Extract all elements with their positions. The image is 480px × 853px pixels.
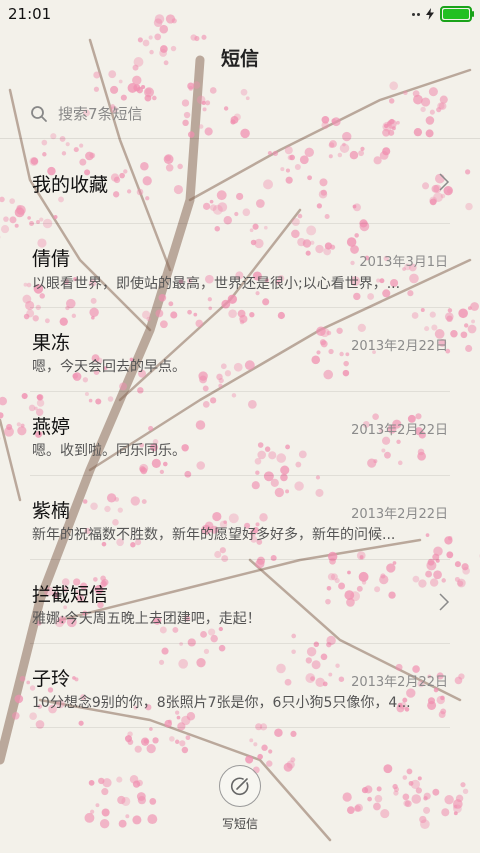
- compose-button[interactable]: 写短信: [210, 765, 270, 835]
- signal-icon: [412, 12, 420, 16]
- contact-name: 果冻: [32, 332, 71, 354]
- message-date: 2013年3月1日: [359, 255, 448, 270]
- contact-name: 倩倩: [32, 248, 71, 270]
- charging-icon: [426, 8, 434, 20]
- message-preview: 嗯，今天会回去的早点。: [32, 359, 186, 375]
- contact-name: 紫楠: [32, 500, 71, 522]
- conversation-row[interactable]: 子玲 2013年2月22日 10分想念9别的你，8张照片7张是你，6只小狗5只像…: [0, 644, 480, 728]
- search-input[interactable]: [58, 105, 418, 123]
- conversation-row[interactable]: 倩倩 2013年3月1日 以眼看世界，即使站的最高，世界还是很小;以心看世界，.…: [0, 224, 480, 308]
- status-time: 21:01: [8, 5, 52, 23]
- message-date: 2013年2月22日: [351, 339, 448, 354]
- contact-name: 子玲: [32, 668, 71, 690]
- conversation-row[interactable]: 果冻 2013年2月22日 嗯，今天会回去的早点。: [0, 308, 480, 392]
- blocked-messages-row[interactable]: 拦截短信 雅娜:今天周五晚上去团建吧，走起！: [0, 560, 480, 644]
- favorites-label: 我的收藏: [32, 174, 109, 196]
- search-icon: [31, 106, 47, 122]
- compose-icon: [230, 777, 249, 796]
- message-preview: 新年的祝福数不胜数，新年的愿望好多好多，新年的问候...: [32, 527, 396, 543]
- favorites-row[interactable]: 我的收藏: [0, 139, 480, 224]
- conversation-row[interactable]: 燕婷 2013年2月22日 嗯。收到啦。同乐同乐。: [0, 392, 480, 476]
- chevron-right-icon: [439, 593, 450, 611]
- conversation-row[interactable]: 紫楠 2013年2月22日 新年的祝福数不胜数，新年的愿望好多好多，新年的问候.…: [0, 476, 480, 560]
- message-preview: 雅娜:今天周五晚上去团建吧，走起！: [32, 611, 261, 627]
- message-date: 2013年2月22日: [351, 423, 448, 438]
- message-preview: 嗯。收到啦。同乐同乐。: [32, 443, 186, 459]
- chevron-right-icon: [439, 173, 450, 191]
- divider: [30, 727, 450, 728]
- message-preview: 以眼看世界，即使站的最高，世界还是很小;以心看世界，...: [32, 276, 401, 292]
- blocked-label: 拦截短信: [32, 584, 109, 606]
- message-date: 2013年2月22日: [351, 675, 448, 690]
- battery-icon: [440, 6, 474, 22]
- compose-circle[interactable]: [219, 765, 261, 807]
- message-date: 2013年2月22日: [351, 507, 448, 522]
- message-preview: 10分想念9别的你，8张照片7张是你，6只小狗5只像你，4...: [32, 695, 411, 711]
- page-title: 短信: [220, 48, 259, 70]
- search-bar[interactable]: [30, 100, 450, 128]
- status-bar: 21:01: [0, 0, 480, 28]
- compose-label: 写短信: [221, 817, 258, 831]
- status-icons: [412, 6, 474, 22]
- contact-name: 燕婷: [32, 416, 71, 438]
